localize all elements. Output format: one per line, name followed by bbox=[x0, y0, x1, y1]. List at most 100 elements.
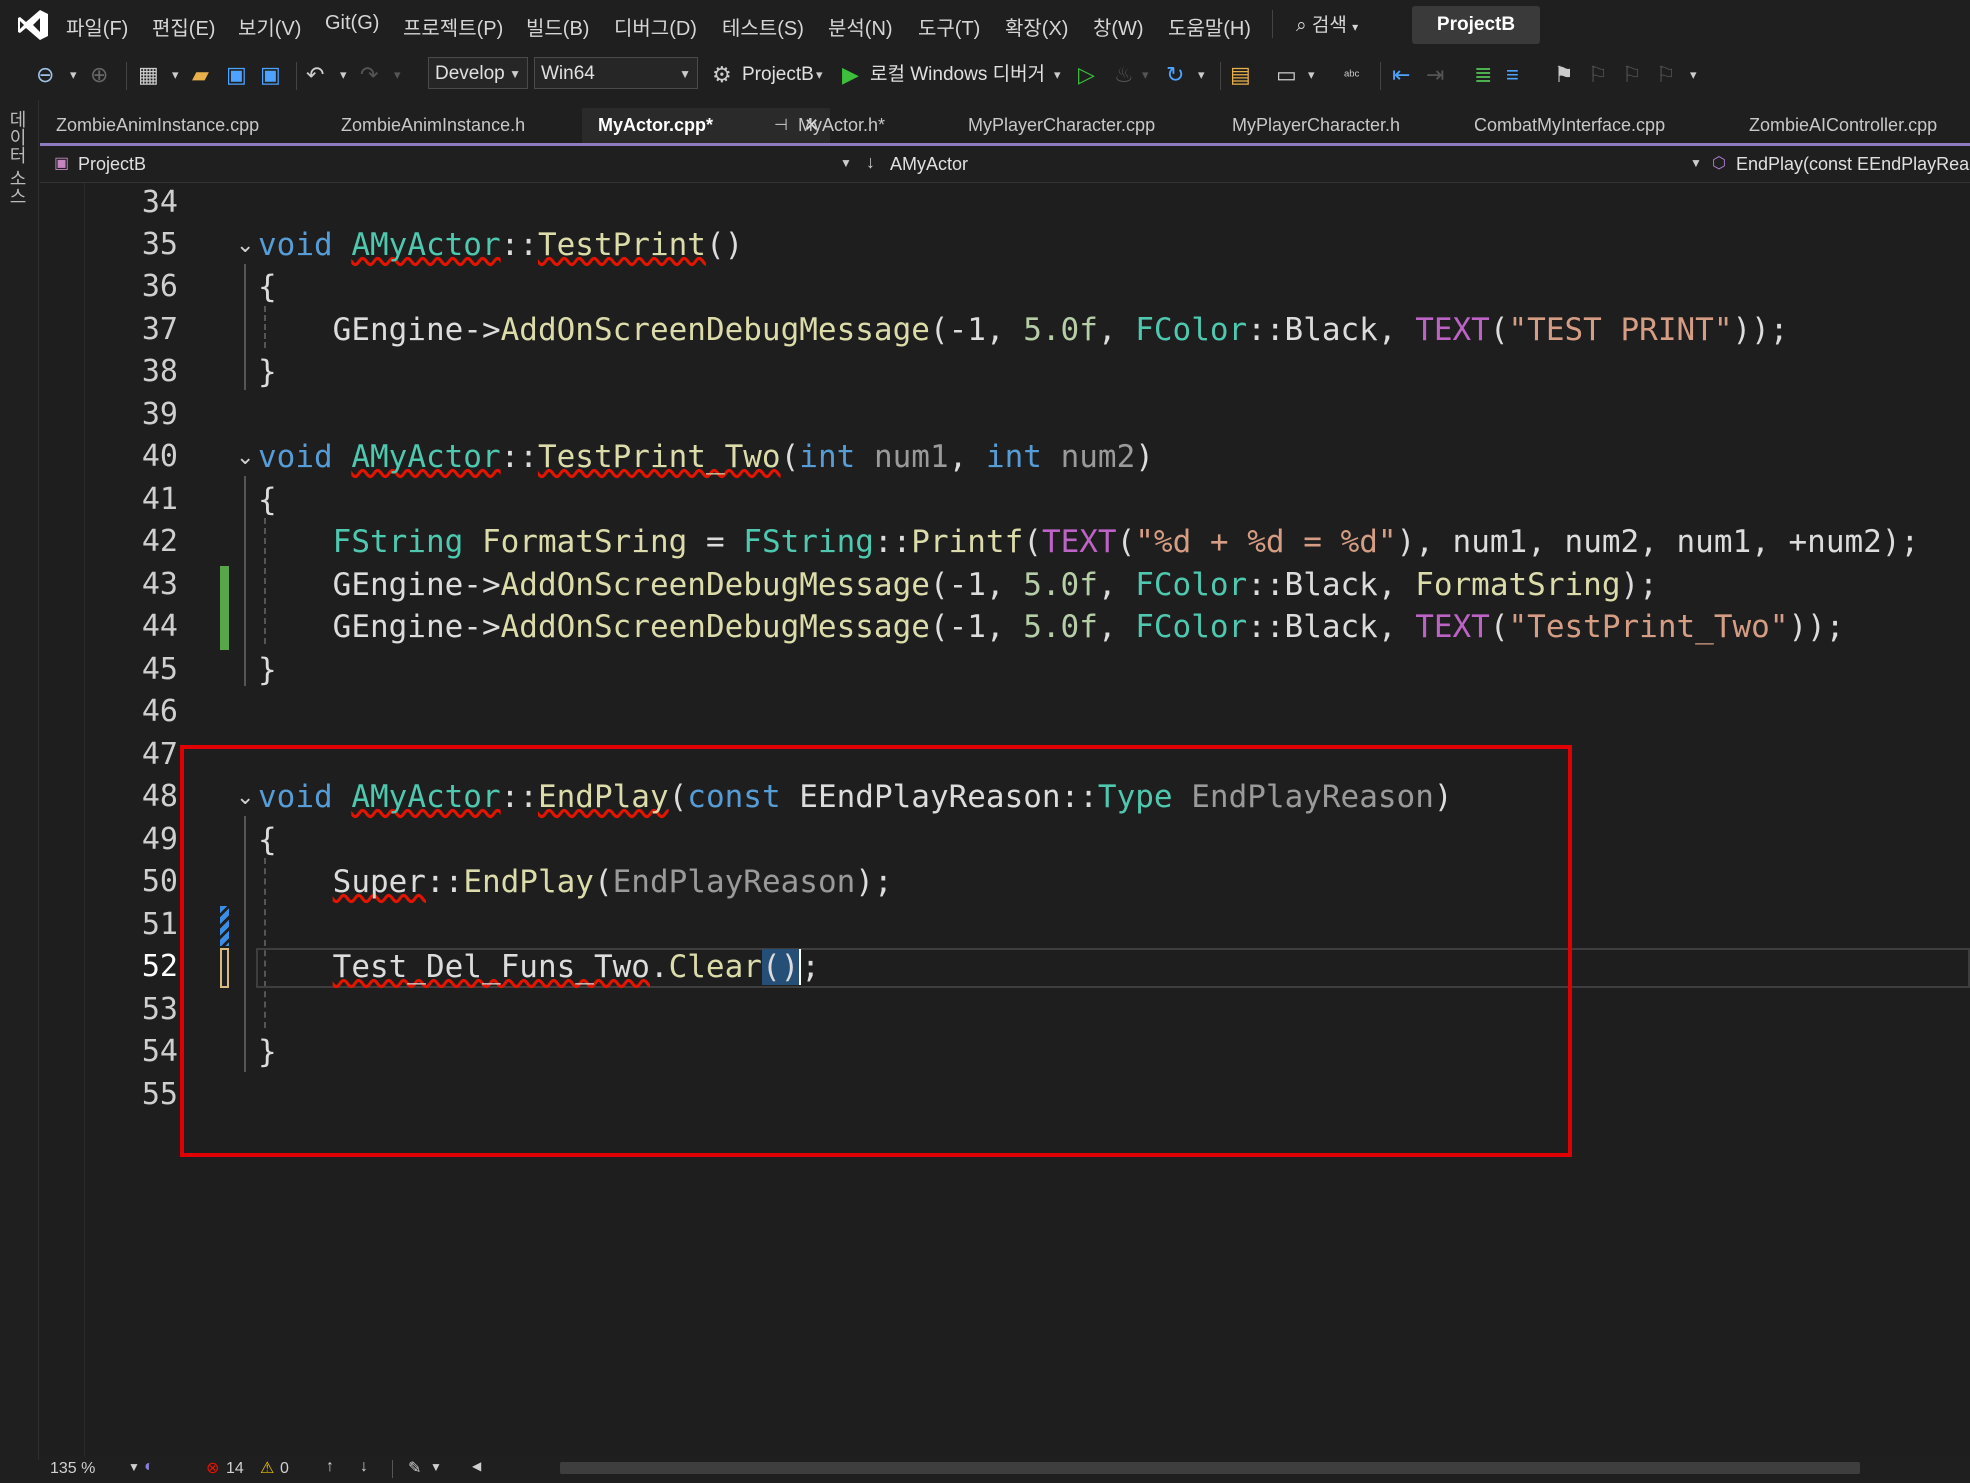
start-without-debugging-icon[interactable]: ▷ bbox=[1078, 58, 1095, 92]
error-icon[interactable]: ⊗ bbox=[206, 1458, 219, 1478]
menu-view[interactable]: 보기(V) bbox=[238, 12, 301, 41]
solution-configuration-dropdown[interactable]: Develop ▼ bbox=[428, 57, 528, 89]
tab-zombieaniminstance-cpp[interactable]: ZombieAnimInstance.cpp bbox=[40, 108, 332, 143]
tab-label: MyActor.h* bbox=[798, 115, 886, 135]
collapse-chevron-icon[interactable]: ⌄ bbox=[236, 444, 254, 470]
bookmark-icon[interactable]: ⚑ bbox=[1554, 58, 1574, 92]
code-line[interactable]: { bbox=[258, 479, 277, 521]
chevron-down-icon[interactable]: ▾ bbox=[340, 58, 347, 92]
chevron-down-icon[interactable]: ▼ bbox=[430, 1460, 442, 1474]
document-tab-bar: ZombieAnimInstance.cpp ZombieAnimInstanc… bbox=[40, 108, 1970, 146]
line-number: 36 bbox=[141, 269, 178, 304]
data-sources-tab[interactable]: 데이터 소스 bbox=[7, 110, 30, 205]
tab-zombieaniminstance-h[interactable]: ZombieAnimInstance.h bbox=[325, 108, 625, 143]
visual-studio-logo-icon[interactable] bbox=[16, 8, 50, 42]
solution-platform-dropdown[interactable]: Win64 ▼ bbox=[534, 57, 698, 89]
menu-extensions[interactable]: 확장(X) bbox=[1005, 12, 1068, 41]
save-icon[interactable]: ▣ bbox=[226, 58, 247, 92]
gear-icon[interactable]: ⚙ bbox=[712, 58, 732, 92]
start-debugging-icon[interactable]: ▶ bbox=[842, 58, 859, 92]
project-dropdown[interactable]: ▣ ProjectB ▼ bbox=[40, 148, 852, 182]
solution-explorer-icon[interactable]: ▤ bbox=[1230, 58, 1251, 92]
navigate-back-icon[interactable]: ⊖ bbox=[36, 58, 54, 92]
chevron-down-icon[interactable]: ▾ bbox=[1054, 58, 1061, 92]
menu-window[interactable]: 창(W) bbox=[1093, 12, 1144, 41]
code-line[interactable]: } bbox=[258, 351, 277, 393]
scroll-left-icon[interactable]: ◀ bbox=[472, 1459, 481, 1473]
line-number: 42 bbox=[141, 524, 178, 559]
navigate-forward-icon[interactable]: ⊕ bbox=[90, 58, 108, 92]
menu-analyze[interactable]: 분석(N) bbox=[828, 12, 893, 41]
restart-icon[interactable]: ↻ bbox=[1166, 58, 1184, 92]
scope-dropdown[interactable]: ↓ AMyActor ▼ bbox=[862, 148, 1704, 182]
chevron-down-icon[interactable]: ▾ bbox=[1198, 58, 1205, 92]
code-line[interactable]: GEngine->AddOnScreenDebugMessage(-1, 5.0… bbox=[258, 606, 1845, 648]
redo-icon[interactable]: ↷ bbox=[360, 58, 378, 92]
toolbar-separator bbox=[1380, 62, 1381, 90]
chevron-down-icon[interactable]: ▾ bbox=[394, 58, 401, 92]
undo-icon[interactable]: ↶ bbox=[306, 58, 324, 92]
status-divider bbox=[392, 1460, 393, 1478]
outdent-icon[interactable]: ≣ bbox=[1474, 58, 1492, 92]
chevron-down-icon[interactable]: ▼ bbox=[128, 1460, 140, 1474]
save-all-icon[interactable]: ▣ bbox=[260, 58, 281, 92]
code-line[interactable]: } bbox=[258, 649, 277, 691]
brush-icon[interactable]: ✎ bbox=[408, 1458, 421, 1478]
arrow-up-icon[interactable]: ↑ bbox=[326, 1458, 334, 1476]
code-line[interactable]: GEngine->AddOnScreenDebugMessage(-1, 5.0… bbox=[258, 309, 1789, 351]
tab-myplayercharacter-cpp[interactable]: MyPlayerCharacter.cpp bbox=[952, 108, 1252, 143]
search-box[interactable]: ⌕ 검색 ▾ bbox=[1296, 10, 1358, 37]
clear-bookmarks-icon[interactable]: ⚐ bbox=[1656, 58, 1676, 92]
member-dropdown[interactable]: ⬡ EndPlay(const EEndPlayReason::T bbox=[1708, 148, 1970, 182]
menu-project[interactable]: 프로젝트(P) bbox=[403, 12, 503, 41]
collapse-chevron-icon[interactable]: ⌄ bbox=[236, 232, 254, 258]
menu-tools[interactable]: 도구(T) bbox=[918, 12, 980, 41]
hot-reload-icon[interactable]: ♨ bbox=[1114, 58, 1134, 92]
tab-myplayercharacter-h[interactable]: MyPlayerCharacter.h bbox=[1216, 108, 1456, 143]
project-badge[interactable]: ProjectB bbox=[1412, 6, 1540, 44]
indent-icon[interactable]: ≡ bbox=[1506, 58, 1519, 92]
tab-zombieaicontroller-cpp[interactable]: ZombieAIController.cpp bbox=[1733, 108, 1970, 143]
arrow-down-icon[interactable]: ↓ bbox=[360, 1458, 368, 1476]
menu-file[interactable]: 파일(F) bbox=[66, 12, 128, 41]
chevron-down-icon[interactable]: ▾ bbox=[172, 58, 179, 92]
menu-help[interactable]: 도움말(H) bbox=[1168, 12, 1251, 41]
code-cleanup-icon[interactable]: ◐ bbox=[144, 1458, 154, 1476]
tab-combatmyinterface-cpp[interactable]: CombatMyInterface.cpp bbox=[1458, 108, 1718, 143]
structure-guide bbox=[244, 476, 246, 686]
open-folder-icon[interactable]: ▰ bbox=[192, 58, 209, 92]
menu-edit[interactable]: 편집(E) bbox=[152, 12, 215, 41]
menu-git[interactable]: Git(G) bbox=[325, 12, 379, 35]
warning-icon[interactable]: ⚠ bbox=[260, 1458, 274, 1478]
error-count[interactable]: 14 bbox=[226, 1460, 244, 1478]
startup-project-label[interactable]: ProjectB bbox=[742, 58, 814, 92]
menu-test[interactable]: 테스트(S) bbox=[722, 12, 804, 41]
line-number: 34 bbox=[141, 185, 178, 220]
window-layout-icon[interactable]: ▭ bbox=[1276, 58, 1297, 92]
code-line[interactable]: GEngine->AddOnScreenDebugMessage(-1, 5.0… bbox=[258, 564, 1658, 606]
menu-debug[interactable]: 디버그(D) bbox=[614, 12, 697, 41]
next-bookmark-icon[interactable]: ⚐ bbox=[1622, 58, 1642, 92]
code-line[interactable]: void AMyActor::TestPrint_Two(int num1, i… bbox=[258, 436, 1154, 478]
chevron-down-icon[interactable]: ▾ bbox=[1142, 58, 1149, 92]
warning-count[interactable]: 0 bbox=[280, 1460, 289, 1478]
chevron-down-icon[interactable]: ▾ bbox=[1690, 58, 1697, 92]
menu-build[interactable]: 빌드(B) bbox=[526, 12, 589, 41]
uncomment-icon[interactable]: ⇥ bbox=[1426, 58, 1444, 92]
new-item-icon[interactable]: ▦ bbox=[138, 58, 159, 92]
code-line[interactable]: FString FormatSring = FString::Printf(TE… bbox=[258, 521, 1920, 563]
line-number: 51 bbox=[141, 907, 178, 942]
code-line[interactable]: { bbox=[258, 266, 277, 308]
comment-icon[interactable]: ⇤ bbox=[1392, 58, 1410, 92]
previous-bookmark-icon[interactable]: ⚐ bbox=[1588, 58, 1608, 92]
line-number-current: 52 bbox=[141, 949, 178, 984]
zoom-level[interactable]: 135 % bbox=[50, 1460, 95, 1478]
horizontal-scrollbar-thumb[interactable] bbox=[560, 1462, 1860, 1474]
spell-check-icon[interactable]: ᵃᵇᶜ bbox=[1344, 58, 1359, 92]
code-line[interactable]: void AMyActor::TestPrint() bbox=[258, 224, 743, 266]
chevron-down-icon[interactable]: ▾ bbox=[816, 58, 823, 92]
start-debugger-button[interactable]: 로컬 Windows 디버거 bbox=[870, 58, 1045, 92]
chevron-down-icon[interactable]: ▾ bbox=[1308, 58, 1315, 92]
line-number: 45 bbox=[141, 652, 178, 687]
chevron-down-icon[interactable]: ▾ bbox=[70, 58, 77, 92]
